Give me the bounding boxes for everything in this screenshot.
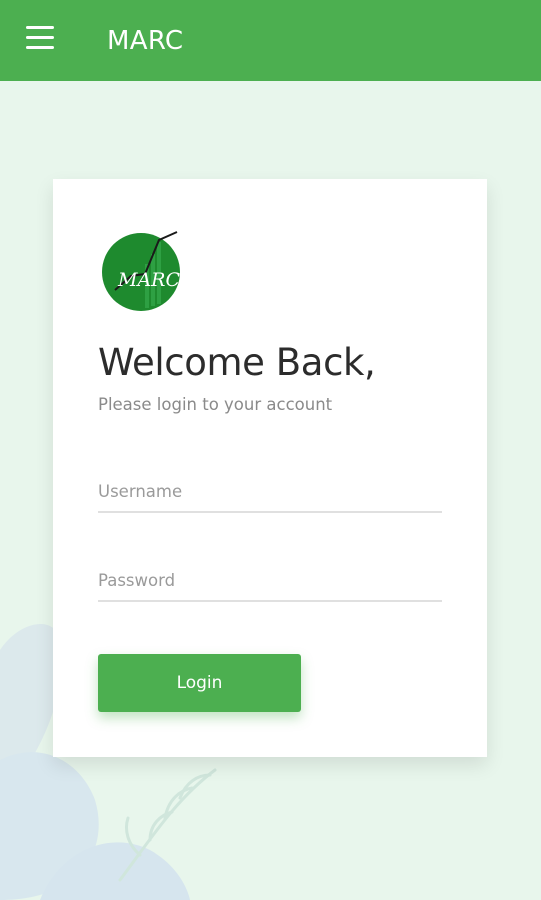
login-button[interactable]: Login bbox=[98, 654, 301, 712]
svg-text:MARC: MARC bbox=[117, 269, 180, 291]
app-bar: MARC bbox=[0, 0, 541, 81]
username-field[interactable] bbox=[98, 471, 442, 513]
hamburger-menu-icon[interactable] bbox=[20, 18, 60, 58]
app-title: MARC bbox=[107, 26, 184, 56]
marc-logo: MARC bbox=[102, 231, 180, 311]
login-card: MARC Welcome Back, Please login to your … bbox=[53, 179, 487, 757]
password-field[interactable] bbox=[98, 560, 442, 602]
welcome-heading: Welcome Back, bbox=[98, 341, 376, 384]
login-subtitle: Please login to your account bbox=[98, 395, 333, 414]
